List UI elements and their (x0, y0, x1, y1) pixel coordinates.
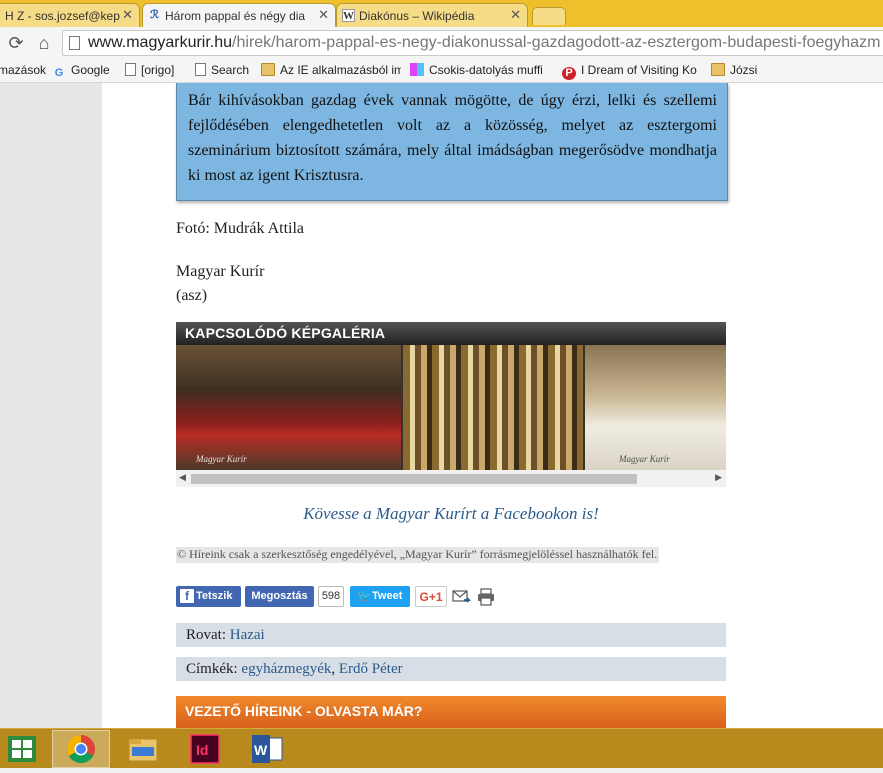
start-icon (8, 736, 36, 762)
gallery-image[interactable] (403, 345, 583, 470)
taskbar-indesign[interactable]: Id (176, 730, 234, 768)
tag-separator: , (331, 661, 339, 677)
folder-icon (261, 63, 275, 76)
taskbar-file-explorer[interactable] (114, 730, 172, 768)
page-icon (195, 63, 206, 76)
bookmark-apps[interactable]: mazások (0, 63, 46, 77)
article-source: Magyar Kurír (asz) (176, 260, 264, 308)
bookmark-label: Józsi (730, 63, 758, 77)
home-icon[interactable]: ⌂ (32, 31, 56, 55)
new-tab-button[interactable] (532, 7, 566, 25)
tags-bar: Címkék: egyházmegyék, Erdő Péter (176, 657, 726, 681)
svg-text:Id: Id (196, 742, 208, 758)
url-host: www.magyarkurir.hu (88, 34, 233, 51)
bookmark-label: Csokis-datolyás muffi (429, 63, 543, 77)
file-explorer-icon (128, 738, 158, 762)
wikipedia-icon: W (342, 9, 355, 22)
bookmark-jozsi[interactable]: Józsi (711, 63, 757, 77)
pinterest-icon: P (562, 67, 576, 80)
share-count: 598 (318, 586, 344, 607)
source-author: (asz) (176, 287, 208, 304)
bookmark-origo[interactable]: [origo] (125, 63, 174, 77)
tweet-button[interactable]: 🐦 Tweet (350, 586, 410, 607)
bookmark-label: Az IE alkalmazásból im (280, 63, 401, 77)
bookmarks-bar: mazások G Google [origo] Search Az IE alk… (0, 59, 883, 83)
browser-toolbar: ⟳ ⌂ www.magyarkurir.hu/hirek/harom-pappa… (0, 27, 883, 59)
source-name: Magyar Kurír (176, 263, 265, 280)
bookmark-search[interactable]: Search (195, 63, 249, 77)
tab-magyar-kurir[interactable]: ℛ Három pappal és négy dia ✕ (142, 3, 336, 27)
url-path: /hirek/harom-pappal-es-negy-diakonussal-… (232, 34, 881, 51)
copyright-notice: © Híreink csak a szerkesztőség engedélyé… (176, 547, 660, 563)
taskbar-chrome[interactable] (52, 730, 110, 768)
facebook-share-button[interactable]: Megosztás (245, 586, 314, 607)
category-bar: Rovat: Hazai (176, 623, 726, 647)
scrollbar-thumb[interactable] (191, 474, 637, 484)
twitter-bird-icon: 🐦 (357, 589, 372, 603)
photo-credit: Fotó: Mudrák Attila (176, 220, 304, 237)
google-icon: G (54, 67, 64, 79)
category-link[interactable]: Hazai (230, 627, 265, 643)
svg-text:W: W (254, 742, 268, 758)
close-icon[interactable]: ✕ (318, 7, 329, 23)
page-viewport: Bár kihívásokban gazdag évek vannak mögö… (0, 83, 883, 728)
gallery-image[interactable]: Magyar Kurír (176, 345, 401, 470)
tab-magyar-kurir-label: Három pappal és négy dia (165, 9, 306, 23)
url-text: www.magyarkurir.hu/hirek/harom-pappal-es… (88, 31, 880, 55)
tag-link[interactable]: egyházmegyék (241, 661, 331, 677)
scroll-right-icon[interactable]: ▶ (715, 472, 722, 483)
address-bar[interactable]: www.magyarkurir.hu/hirek/harom-pappal-es… (62, 30, 883, 56)
facebook-follow-link[interactable]: Kövesse a Magyar Kurírt a Facebookon is! (176, 504, 726, 524)
magyar-kurir-watermark: Magyar Kurír (196, 454, 247, 464)
word-icon: W (252, 735, 283, 763)
bookmark-muffin[interactable]: Csokis-datolyás muffi (410, 63, 552, 77)
indesign-icon: Id (190, 734, 220, 764)
bookmark-label: Google (71, 63, 110, 77)
bookmark-google[interactable]: G Google (52, 63, 110, 80)
taskbar-word[interactable]: W (238, 730, 296, 768)
page-icon (69, 36, 80, 50)
facebook-icon: f (180, 589, 194, 603)
magyar-kurir-icon: ℛ (150, 9, 159, 21)
chrome-icon (67, 735, 95, 763)
tab-mail-label: H Z - sos.jozsef@kep (5, 9, 120, 23)
tab-wikipedia[interactable]: W Diakónus – Wikipédia ✕ (336, 3, 528, 27)
windows-taskbar: Id W (0, 728, 883, 768)
bookmark-label: Search (211, 63, 250, 77)
close-icon[interactable]: ✕ (510, 7, 521, 23)
tab-mail[interactable]: H Z - sos.jozsef@kep ✕ (0, 3, 140, 27)
category-label: Rovat: (186, 627, 226, 643)
google-plus-button[interactable]: G+1 (415, 586, 447, 607)
bookmark-label: [origo] (141, 63, 175, 77)
close-icon[interactable]: ✕ (122, 7, 133, 23)
tags-label: Címkék: (186, 661, 238, 677)
email-share-icon[interactable] (452, 588, 472, 606)
page-icon (125, 63, 136, 76)
article-column: Bár kihívásokban gazdag évek vannak mögö… (102, 83, 883, 728)
share-label: Megosztás (251, 590, 308, 602)
bookmark-label: mazások (0, 63, 47, 77)
bookmark-pinterest[interactable]: P I Dream of Visiting Ko (562, 63, 702, 80)
bookmark-label: I Dream of Visiting Ko (581, 63, 697, 77)
quote-box: Bár kihívásokban gazdag évek vannak mögö… (176, 83, 728, 201)
tab-strip: H Z - sos.jozsef@kep ✕ ℛ Három pappal és… (0, 0, 883, 27)
start-button[interactable] (0, 730, 44, 768)
bookmark-ie-folder[interactable]: Az IE alkalmazásból im (261, 63, 401, 77)
tag-link[interactable]: Erdő Péter (339, 661, 403, 677)
scroll-left-icon[interactable]: ◀ (179, 472, 186, 483)
tweet-label: Tweet (372, 590, 403, 602)
like-label: Tetszik (196, 590, 233, 602)
gallery-image[interactable]: Magyar Kurír (585, 345, 726, 470)
gallery-scrollbar[interactable]: ◀ ▶ (176, 470, 726, 487)
print-icon[interactable] (476, 588, 496, 606)
facebook-like-button[interactable]: f Tetszik (176, 586, 241, 607)
magyar-kurir-watermark: Magyar Kurír (619, 454, 670, 464)
colorful-icon (410, 63, 424, 76)
related-gallery: KAPCSOLÓDÓ KÉPGALÉRIA Magyar Kurír Magya… (176, 322, 726, 487)
leading-news-header: VEZETŐ HÍREINK - OLVASTA MÁR? (176, 696, 726, 728)
gallery-title: KAPCSOLÓDÓ KÉPGALÉRIA (176, 322, 726, 345)
tab-wikipedia-label: Diakónus – Wikipédia (359, 9, 475, 23)
reload-icon[interactable]: ⟳ (4, 31, 28, 55)
folder-icon (711, 63, 725, 76)
